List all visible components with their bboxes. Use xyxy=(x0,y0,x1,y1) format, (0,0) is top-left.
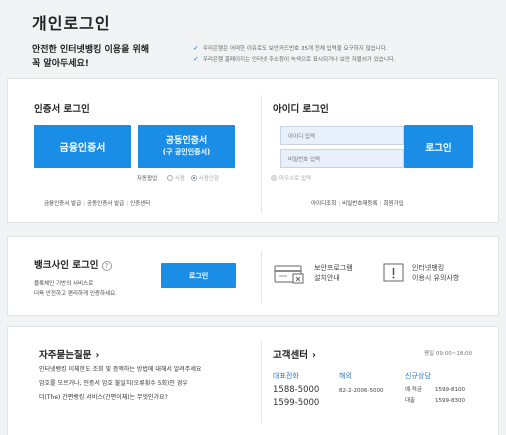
login-card: 인증서 로그인 금융인증서 공동인증서 (구 공인인증서) 자동팝업 사용 사용… xyxy=(7,78,499,223)
card-security-icon xyxy=(274,265,304,284)
overseas-number: 82-2-2006-5000 xyxy=(339,388,384,394)
radio-selected-icon xyxy=(190,174,197,181)
faq-heading[interactable]: 자주묻는질문 › xyxy=(39,347,99,361)
check-icon: ✓ xyxy=(193,44,199,52)
notice-list: ✓ 우리은행은 어떠한 이유로도 보안카드번호 35개 전체 입력을 요구하지 않… xyxy=(193,43,396,65)
rep-phone-numbers: 1588-5000 1599-5000 xyxy=(273,385,320,408)
id-links: 아이디조회 | 비밀번호재등록 | 회원가입 xyxy=(311,201,404,207)
support-card: 자주묻는질문 › 인터넷뱅킹 이체한도 조회 및 증액하는 방법에 대해서 알려주… xyxy=(7,326,499,435)
cert-login-heading: 인증서 로그인 xyxy=(34,104,90,115)
id-login-heading: 아이디 로그인 xyxy=(273,104,329,115)
cert-center-link[interactable]: 인증센터 xyxy=(130,201,150,207)
faq-item[interactable]: 암호를 모르거나, 인증서 암호 불일치(오류횟수 5회)인 경우 xyxy=(39,377,201,391)
finance-cert-issue-link[interactable]: 금융인증서 발급 xyxy=(44,201,81,207)
notice-item: ✓ 우리은행 홈페이지는 인터넷 주소창이 녹색으로 표시되거나 보안 자물쇠가 … xyxy=(193,55,396,63)
check-icon: ✓ xyxy=(193,55,199,63)
customer-center-heading[interactable]: 고객센터 › xyxy=(273,347,316,361)
new-consult-row: 대출 1599-8300 xyxy=(405,398,465,404)
finance-cert-button[interactable]: 금융인증서 xyxy=(34,125,131,168)
radio-no-use[interactable]: 사용안함 xyxy=(190,174,219,182)
find-id-link[interactable]: 아이디조회 xyxy=(311,201,336,207)
divider xyxy=(261,251,262,303)
mouse-input-toggle[interactable]: 마우스로 입력 xyxy=(271,174,311,182)
password-input[interactable]: 비밀번호 입력 xyxy=(280,149,404,168)
banksign-card: 뱅크사인 로그인? 블록체인 기반의 서비스로 더욱 안전하고 편리하게 인증하… xyxy=(7,236,499,316)
intro-line-2: 꼭 알아두세요! xyxy=(32,59,89,69)
id-login-button[interactable]: 로그인 xyxy=(404,125,473,168)
radio-icon xyxy=(271,174,277,181)
radio-icon xyxy=(167,174,173,181)
radio-use[interactable]: 사용 xyxy=(167,174,185,182)
faq-item[interactable]: 인터넷뱅킹 이체한도 조회 및 증액하는 방법에 대해서 알려주세요 xyxy=(39,363,201,377)
overseas-label: 해외 xyxy=(339,372,352,380)
banksign-description: 블록체인 기반의 서비스로 더욱 안전하고 편리하게 인증하세요. xyxy=(34,281,117,297)
notice-item: ✓ 우리은행은 어떠한 이유로도 보안카드번호 35개 전체 입력을 요구하지 않… xyxy=(193,44,388,52)
chevron-right-icon: › xyxy=(311,350,316,361)
page-title: 개인로그인 xyxy=(32,14,111,33)
banksign-login-button[interactable]: 로그인 xyxy=(161,263,236,288)
warning-icon xyxy=(383,263,404,282)
faq-item[interactable]: 더(The) 간편뱅킹 서비스(간편이체)는 무엇인가요? xyxy=(39,391,201,405)
intro-line-1: 안전한 인터넷뱅킹 이용을 위해 xyxy=(32,45,150,55)
caution-text[interactable]: 인터넷뱅킹 이용시 유의사항 xyxy=(412,263,459,283)
divider xyxy=(261,95,262,213)
security-program-link[interactable] xyxy=(274,265,306,289)
faq-list: 인터넷뱅킹 이체한도 조회 및 증액하는 방법에 대해서 알려주세요 암호를 모… xyxy=(39,363,201,405)
new-consult-row: 예·적금 1599-8100 xyxy=(405,387,465,393)
help-icon[interactable]: ? xyxy=(101,260,112,271)
business-hours: 평일 09:00~18:00 xyxy=(424,351,473,357)
banksign-heading: 뱅크사인 로그인? xyxy=(34,257,112,271)
caution-link[interactable] xyxy=(383,263,405,287)
chevron-right-icon: › xyxy=(95,350,100,361)
divider xyxy=(261,341,262,423)
reset-password-link[interactable]: 비밀번호재등록 xyxy=(342,201,377,207)
auto-popup-row: 자동팝업 사용 사용안함 xyxy=(137,174,220,182)
cert-links: 금융인증서 발급 | 공동인증서 발급 | 인증센터 xyxy=(44,201,151,207)
signup-link[interactable]: 회원가입 xyxy=(383,201,403,207)
security-program-text[interactable]: 보안프로그램 설치안내 xyxy=(314,263,353,283)
new-consult-label: 신규상담 xyxy=(405,372,431,380)
id-input[interactable]: 아이디 입력 xyxy=(280,126,404,145)
joint-cert-issue-link[interactable]: 공동인증서 발급 xyxy=(87,201,124,207)
rep-phone-label: 대표전화 xyxy=(273,372,299,380)
joint-cert-button[interactable]: 공동인증서 (구 공인인증서) xyxy=(138,125,235,168)
notice-intro: 안전한 인터넷뱅킹 이용을 위해 꼭 알아두세요! xyxy=(32,43,192,71)
